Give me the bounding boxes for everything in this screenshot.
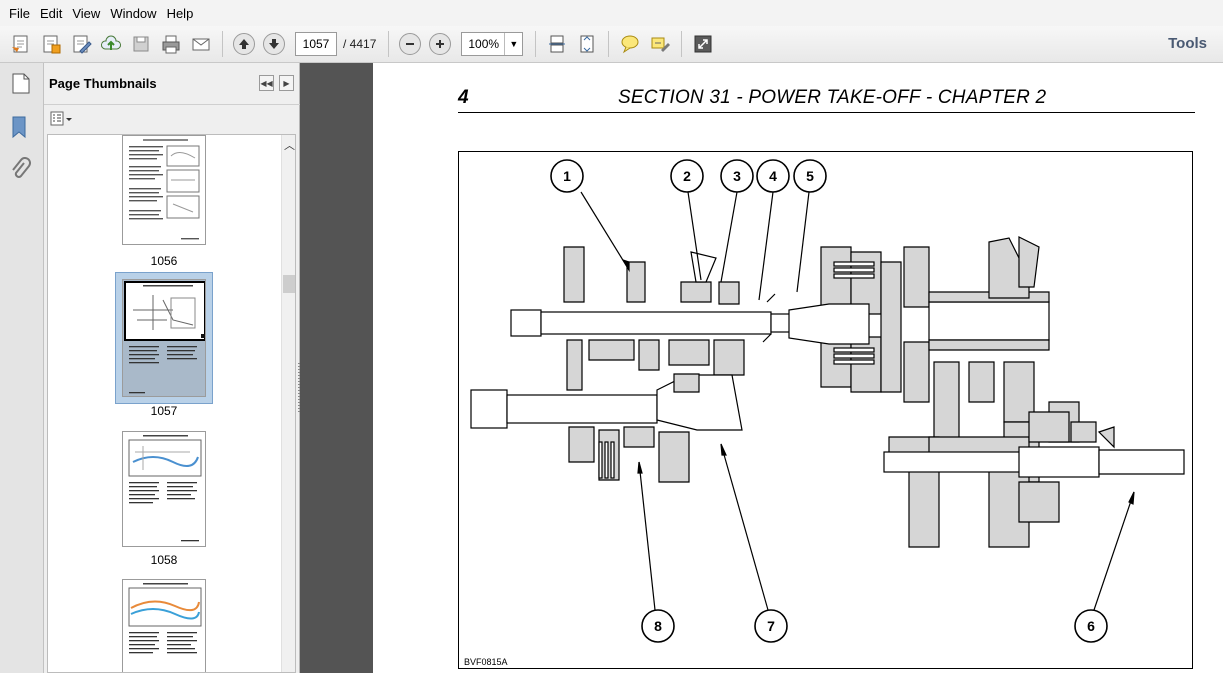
thumbnail-panel: Page Thumbnails ◀◀ ▶ ︿ 1056 1057 1058 — [44, 63, 301, 673]
panel-title: Page Thumbnails — [49, 76, 157, 91]
thumbnail-preview — [129, 139, 200, 240]
header-rule — [458, 112, 1195, 113]
svg-text:6: 6 — [1087, 618, 1095, 634]
svg-text:5: 5 — [806, 168, 814, 184]
tools-button[interactable]: Tools — [1168, 35, 1207, 52]
next-page-button[interactable] — [259, 30, 289, 58]
page-total: / 4417 — [343, 37, 377, 51]
pto-cross-section-drawing: 1 2 3 4 5 6 7 8 — [470, 159, 1185, 643]
expand-arrow-icon[interactable]: ▶ — [279, 75, 294, 91]
thumbnail-label: 1057 — [150, 404, 178, 418]
plus-icon — [429, 33, 452, 55]
thumbnail-preview — [128, 435, 202, 542]
callout-3: 3 — [720, 159, 754, 193]
menu-edit[interactable]: Edit — [35, 6, 67, 21]
toolbar-separator — [535, 31, 537, 57]
zoom-out-button[interactable] — [395, 30, 425, 58]
highlight-icon[interactable] — [645, 30, 675, 58]
upload-cloud-icon[interactable] — [96, 30, 126, 58]
save-icon[interactable] — [126, 30, 156, 58]
callout-2: 2 — [670, 159, 704, 193]
menu-bar: File Edit View Window Help — [0, 0, 1223, 26]
toolbar-separator — [222, 31, 223, 57]
print-icon[interactable] — [156, 30, 186, 58]
svg-text:8: 8 — [654, 618, 662, 634]
chevron-down-icon[interactable]: ▼ — [504, 33, 522, 55]
page-number-input[interactable] — [295, 32, 337, 56]
options-menu-icon[interactable] — [50, 111, 74, 130]
collapse-panel-button[interactable]: ◀◀ — [259, 75, 274, 91]
menu-help[interactable]: Help — [162, 6, 199, 21]
edit-document-icon[interactable] — [66, 30, 96, 58]
callout-5: 5 — [793, 159, 827, 193]
document-gutter — [300, 63, 373, 673]
thumbnail-list[interactable]: ︿ 1056 1057 1058 — [47, 134, 296, 673]
attachment-icon[interactable] — [9, 157, 31, 186]
thumbnail-label: 1056 — [150, 254, 178, 268]
scroll-up-icon[interactable]: ︿ — [284, 137, 295, 153]
thumbnail-options — [44, 105, 300, 134]
section-header: SECTION 31 - POWER TAKE-OFF - CHAPTER 2 — [618, 87, 1047, 108]
bookmark-icon[interactable] — [9, 115, 31, 142]
thumbnail-page[interactable] — [122, 431, 206, 547]
combine-files-icon[interactable] — [36, 30, 66, 58]
callout-6: 6 — [1074, 609, 1108, 643]
thumbnail-page[interactable] — [122, 579, 206, 672]
figure-code: BVF0815A — [464, 657, 508, 667]
zoom-in-button[interactable] — [425, 30, 455, 58]
panel-header: Page Thumbnails ◀◀ ▶ — [44, 63, 300, 105]
scrolling-mode-icon[interactable] — [542, 30, 572, 58]
previous-page-button[interactable] — [229, 30, 259, 58]
comment-icon[interactable] — [615, 30, 645, 58]
toolbar: / 4417 ▼ Tools — [0, 26, 1223, 63]
callout-1: 1 — [550, 159, 584, 193]
svg-text:7: 7 — [767, 618, 775, 634]
zoom-select[interactable]: ▼ — [461, 32, 524, 56]
callout-8: 8 — [641, 609, 675, 643]
navigation-rail — [0, 63, 44, 673]
thumbnail-page[interactable] — [122, 135, 206, 245]
svg-text:2: 2 — [683, 168, 691, 184]
expand-icon[interactable] — [688, 30, 718, 58]
thumbnail-preview — [123, 280, 205, 396]
minus-icon — [399, 33, 422, 55]
thumbnail-page[interactable] — [122, 279, 206, 397]
callout-7: 7 — [754, 609, 788, 643]
page-number: 4 — [458, 87, 469, 108]
toolbar-separator — [388, 31, 390, 57]
menu-view[interactable]: View — [67, 6, 105, 21]
page-thumbnails-icon[interactable] — [10, 71, 32, 98]
toolbar-separator — [681, 31, 683, 57]
arrow-down-icon — [263, 33, 285, 55]
thumbnail-scrollbar[interactable]: ︿ — [281, 135, 295, 672]
technical-figure: 1 2 3 4 5 6 7 8 BVF0815A — [458, 151, 1193, 669]
svg-text:4: 4 — [769, 168, 777, 184]
thumbnail-label: 1058 — [150, 553, 178, 567]
email-icon[interactable] — [186, 30, 216, 58]
toolbar-separator — [608, 31, 610, 57]
zoom-input[interactable] — [462, 33, 505, 55]
svg-text:1: 1 — [563, 168, 571, 184]
fit-page-icon[interactable] — [572, 30, 602, 58]
callout-4: 4 — [756, 159, 790, 193]
arrow-up-icon — [233, 33, 255, 55]
scroll-thumb[interactable] — [283, 275, 295, 293]
create-pdf-icon[interactable] — [6, 30, 36, 58]
document-page[interactable]: 4 SECTION 31 - POWER TAKE-OFF - CHAPTER … — [373, 63, 1223, 673]
menu-file[interactable]: File — [4, 6, 35, 21]
thumbnail-preview — [128, 583, 202, 654]
svg-text:3: 3 — [733, 168, 741, 184]
menu-window[interactable]: Window — [105, 6, 161, 21]
